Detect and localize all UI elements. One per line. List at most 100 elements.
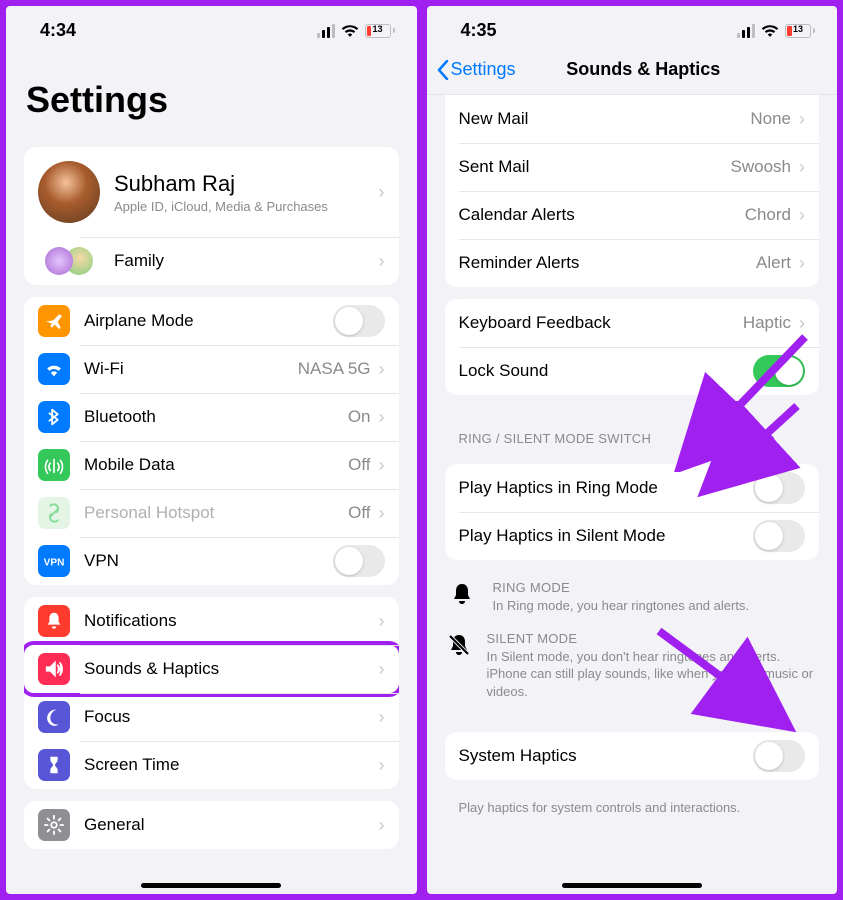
hour-icon xyxy=(38,749,70,781)
row-label: Airplane Mode xyxy=(84,311,333,331)
vpn-row[interactable]: VPN VPN xyxy=(24,537,399,585)
toggle[interactable] xyxy=(753,520,805,552)
profile-sub: Apple ID, iCloud, Media & Purchases xyxy=(114,199,379,214)
ring-mode-info: Ring Mode In Ring mode, you hear rington… xyxy=(427,572,838,623)
system-haptics-toggle[interactable] xyxy=(753,740,805,772)
ant-icon xyxy=(38,449,70,481)
page-title: Settings xyxy=(6,49,417,135)
family-row[interactable]: Family › xyxy=(24,237,399,285)
battery-indicator: 13 xyxy=(365,24,395,38)
profile-name: Subham Raj xyxy=(114,171,379,197)
apple-id-row[interactable]: Subham Raj Apple ID, iCloud, Media & Pur… xyxy=(24,147,399,237)
section-header: Ring / Silent Mode Switch xyxy=(427,407,838,452)
row-label: Lock Sound xyxy=(459,361,754,381)
row-label: Calendar Alerts xyxy=(459,205,745,225)
chevron-right-icon: › xyxy=(799,157,805,178)
row-label: VPN xyxy=(84,551,333,571)
row-value: Haptic xyxy=(743,313,791,333)
row-label: Focus xyxy=(84,707,379,727)
airplane-icon xyxy=(38,305,70,337)
settings-root-screen: 4:34 13 Settings Subham Raj Apple ID, iC… xyxy=(6,6,417,894)
link-icon xyxy=(38,497,70,529)
chevron-right-icon: › xyxy=(379,815,385,836)
bell-icon xyxy=(451,582,473,615)
home-indicator[interactable] xyxy=(141,883,281,888)
mobile-data-row[interactable]: Mobile DataOff › xyxy=(24,441,399,489)
chevron-right-icon: › xyxy=(799,109,805,130)
chevron-right-icon: › xyxy=(379,455,385,476)
bell-icon xyxy=(38,605,70,637)
chevron-right-icon: › xyxy=(379,359,385,380)
row-value: Off xyxy=(348,455,370,475)
row-label: Personal Hotspot xyxy=(84,503,348,523)
gear-icon xyxy=(38,809,70,841)
row-label: Screen Time xyxy=(84,755,379,775)
toggle[interactable] xyxy=(333,545,385,577)
chevron-right-icon: › xyxy=(379,611,385,632)
row-value: Alert xyxy=(756,253,791,273)
lock-sound-toggle[interactable] xyxy=(753,355,805,387)
row-value: Chord xyxy=(745,205,791,225)
chevron-right-icon: › xyxy=(379,707,385,728)
row-label: General xyxy=(84,815,379,835)
airplane-mode-row[interactable]: Airplane Mode xyxy=(24,297,399,345)
keyboard-feedback-row[interactable]: Keyboard Feedback Haptic › xyxy=(445,299,820,347)
silent-mode-info: Silent Mode In Silent mode, you don't he… xyxy=(427,623,838,709)
info-body: In Silent mode, you don't hear ringtones… xyxy=(487,648,818,701)
speaker-icon xyxy=(38,653,70,685)
status-bar: 4:34 13 xyxy=(6,6,417,49)
family-avatars-icon xyxy=(45,247,93,275)
row-label: Play Haptics in Silent Mode xyxy=(459,526,754,546)
row-label: Keyboard Feedback xyxy=(459,313,743,333)
connectivity-group: Airplane ModeWi-FiNASA 5G›BluetoothOn›Mo… xyxy=(24,297,399,585)
row-label: Notifications xyxy=(84,611,379,631)
row-label: Mobile Data xyxy=(84,455,348,475)
footnote: Play haptics for system controls and int… xyxy=(427,792,838,815)
sounds-haptics-row[interactable]: Sounds & Haptics› xyxy=(24,645,399,693)
row-label: Bluetooth xyxy=(84,407,348,427)
sound-assignments-group: New MailNone›Sent MailSwoosh›Calendar Al… xyxy=(445,95,820,287)
lock-sound-row[interactable]: Lock Sound xyxy=(445,347,820,395)
family-label: Family xyxy=(114,251,379,271)
screen-time-row[interactable]: Screen Time› xyxy=(24,741,399,789)
status-bar: 4:35 13 xyxy=(427,6,838,49)
focus-row[interactable]: Focus› xyxy=(24,693,399,741)
play-haptics-in-ring-mode-row[interactable]: Play Haptics in Ring Mode xyxy=(445,464,820,512)
general-row[interactable]: General› xyxy=(24,801,399,849)
vpn-icon: VPN xyxy=(38,545,70,577)
keyboard-lock-group: Keyboard Feedback Haptic › Lock Sound xyxy=(445,299,820,395)
chevron-right-icon: › xyxy=(379,251,385,272)
info-title: Silent Mode xyxy=(487,631,818,646)
moon-icon xyxy=(38,701,70,733)
calendar-alerts-row[interactable]: Calendar AlertsChord › xyxy=(445,191,820,239)
row-value: NASA 5G xyxy=(298,359,371,379)
bluetooth-row[interactable]: BluetoothOn› xyxy=(24,393,399,441)
toggle[interactable] xyxy=(753,472,805,504)
row-value: None xyxy=(750,109,791,129)
sent-mail-row[interactable]: Sent MailSwoosh › xyxy=(445,143,820,191)
personal-hotspot-row[interactable]: Personal HotspotOff› xyxy=(24,489,399,537)
play-haptics-in-silent-mode-row[interactable]: Play Haptics in Silent Mode xyxy=(445,512,820,560)
system-haptics-row[interactable]: System Haptics xyxy=(445,732,820,780)
row-label: Sounds & Haptics xyxy=(84,659,379,679)
reminder-alerts-row[interactable]: Reminder AlertsAlert › xyxy=(445,239,820,287)
row-label: New Mail xyxy=(459,109,751,129)
new-mail-row[interactable]: New MailNone › xyxy=(445,95,820,143)
row-label: Reminder Alerts xyxy=(459,253,757,273)
row-label: Play Haptics in Ring Mode xyxy=(459,478,754,498)
chevron-right-icon: › xyxy=(799,205,805,226)
row-label: Sent Mail xyxy=(459,157,731,177)
status-time: 4:34 xyxy=(40,20,76,41)
home-indicator[interactable] xyxy=(562,883,702,888)
chevron-right-icon: › xyxy=(379,182,385,203)
notifications-row[interactable]: Notifications› xyxy=(24,597,399,645)
avatar xyxy=(38,161,100,223)
info-body: In Ring mode, you hear ringtones and ale… xyxy=(493,597,750,615)
wi-fi-row[interactable]: Wi-FiNASA 5G› xyxy=(24,345,399,393)
cellular-icon xyxy=(317,24,335,38)
chevron-right-icon: › xyxy=(799,253,805,274)
wifi-icon xyxy=(761,24,779,38)
toggle[interactable] xyxy=(333,305,385,337)
info-title: Ring Mode xyxy=(493,580,750,595)
row-value: Swoosh xyxy=(731,157,791,177)
